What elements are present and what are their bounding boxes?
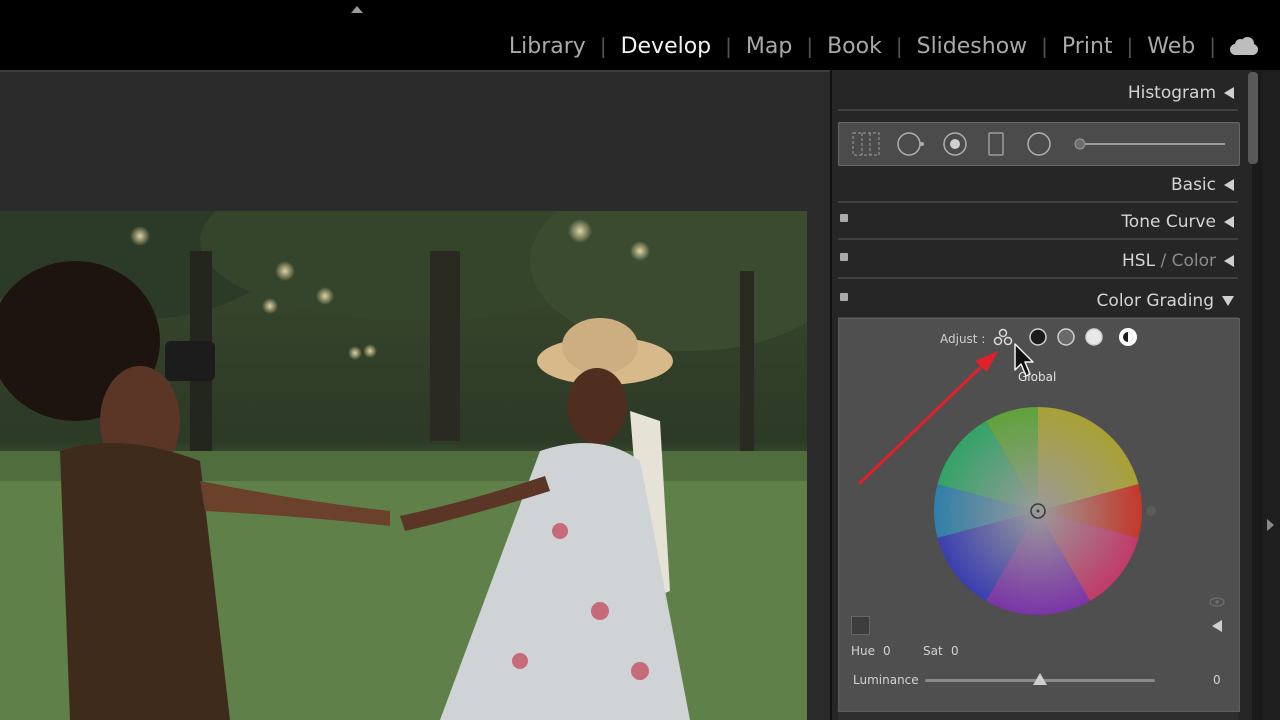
hsl-label: HSL / Color bbox=[1122, 251, 1216, 271]
color-swatch[interactable] bbox=[851, 616, 870, 635]
saturation-handle[interactable] bbox=[1146, 506, 1156, 516]
module-picker: Library | Develop | Map | Book | Slidesh… bbox=[495, 30, 1258, 62]
crop-overlay-icon[interactable] bbox=[852, 132, 880, 156]
red-eye-icon[interactable] bbox=[943, 132, 967, 156]
wheel-center-dot bbox=[1036, 509, 1040, 513]
cloud-icon[interactable] bbox=[1230, 37, 1258, 55]
hsl-tab[interactable]: HSL bbox=[1122, 251, 1155, 271]
luminance-slider-thumb[interactable] bbox=[1033, 673, 1047, 685]
disclosure-triangle-icon[interactable] bbox=[1212, 620, 1222, 632]
module-separator: | bbox=[1209, 34, 1216, 58]
color-grading-header[interactable]: Color Grading bbox=[838, 285, 1238, 319]
panel-toggle-icon[interactable] bbox=[840, 253, 848, 261]
right-edge bbox=[1262, 70, 1280, 720]
expand-right-arrow-icon[interactable] bbox=[1267, 519, 1274, 531]
panel-toggle-icon[interactable] bbox=[840, 293, 848, 301]
canvas-divider bbox=[0, 70, 830, 72]
panel-toggle-icon[interactable] bbox=[840, 214, 848, 222]
graduated-filter-icon[interactable] bbox=[988, 132, 1004, 156]
collapse-triangle-icon bbox=[1224, 179, 1234, 191]
sat-label: Sat bbox=[923, 644, 943, 658]
histogram-label: Histogram bbox=[1127, 83, 1216, 103]
expand-triangle-icon bbox=[1222, 296, 1234, 306]
module-separator: | bbox=[895, 34, 903, 58]
module-book[interactable]: Book bbox=[813, 34, 896, 59]
three-way-mode-icon[interactable] bbox=[993, 328, 1013, 346]
basic-header[interactable]: Basic bbox=[838, 169, 1238, 203]
spot-removal-icon[interactable] bbox=[897, 132, 924, 156]
photo-preview[interactable] bbox=[0, 211, 807, 720]
global-mode-icon[interactable] bbox=[1119, 328, 1137, 346]
collapse-triangle-icon bbox=[1224, 216, 1234, 228]
tone-curve-header[interactable]: Tone Curve bbox=[838, 206, 1238, 240]
module-separator: | bbox=[1041, 34, 1048, 58]
highlights-mode-icon[interactable] bbox=[1085, 328, 1103, 346]
tone-curve-label: Tone Curve bbox=[1121, 212, 1216, 232]
collapse-triangle-icon bbox=[1224, 255, 1234, 267]
module-separator: | bbox=[725, 34, 732, 58]
hue-label: Hue bbox=[851, 644, 876, 658]
global-mode-tooltip: Global bbox=[1018, 370, 1057, 384]
eye-icon[interactable] bbox=[1209, 597, 1225, 607]
module-print[interactable]: Print bbox=[1048, 34, 1127, 59]
tool-strip bbox=[838, 122, 1240, 166]
photo-image bbox=[0, 211, 807, 720]
panel-scrollbar[interactable] bbox=[1248, 72, 1258, 164]
module-web[interactable]: Web bbox=[1133, 34, 1209, 59]
luminance-value[interactable]: 0 bbox=[1213, 673, 1221, 687]
histogram-header[interactable]: Histogram bbox=[838, 77, 1238, 111]
module-bar: Library | Develop | Map | Book | Slidesh… bbox=[0, 0, 1280, 70]
next-panel-header bbox=[838, 712, 1238, 720]
shadows-mode-icon[interactable] bbox=[1029, 328, 1047, 346]
module-separator: | bbox=[599, 34, 607, 58]
brush-slider-thumb[interactable] bbox=[1074, 138, 1086, 150]
midtones-mode-icon[interactable] bbox=[1057, 328, 1075, 346]
color-tab[interactable]: Color bbox=[1172, 251, 1216, 271]
sat-value[interactable]: 0 bbox=[951, 644, 959, 658]
collapse-top-arrow-icon[interactable] bbox=[351, 6, 363, 13]
color-grading-label: Color Grading bbox=[1096, 291, 1214, 311]
module-develop[interactable]: Develop bbox=[607, 34, 726, 59]
basic-label: Basic bbox=[1170, 175, 1216, 195]
module-library[interactable]: Library bbox=[495, 34, 600, 59]
hue-value[interactable]: 0 bbox=[883, 644, 891, 658]
radial-filter-icon[interactable] bbox=[1027, 132, 1051, 156]
hsl-header[interactable]: HSL / Color bbox=[838, 245, 1238, 279]
luminance-label: Luminance bbox=[853, 673, 919, 687]
module-separator: | bbox=[1126, 34, 1134, 58]
module-separator: | bbox=[806, 34, 814, 58]
collapse-triangle-icon bbox=[1224, 87, 1234, 99]
hsl-separator: / bbox=[1155, 251, 1172, 271]
module-map[interactable]: Map bbox=[732, 34, 806, 59]
module-slideshow[interactable]: Slideshow bbox=[903, 34, 1042, 59]
